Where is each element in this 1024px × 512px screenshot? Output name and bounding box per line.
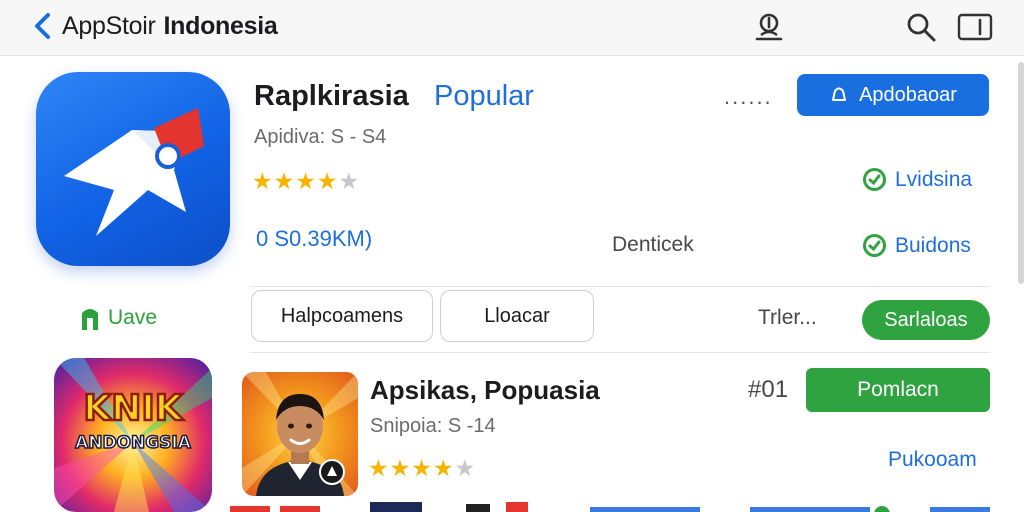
rank-number: #01 <box>748 376 789 403</box>
app-logo-icon[interactable] <box>36 72 230 266</box>
chevron-left-icon[interactable] <box>30 10 54 42</box>
page-title: AppStoir Indonesia <box>62 12 278 41</box>
badge-label: Lvidsina <box>895 167 973 191</box>
bell-icon <box>832 87 847 101</box>
next-row-preview <box>230 502 990 512</box>
rating-stars: ★★★★★ <box>252 168 360 195</box>
app-price: 0 S0.39KM) <box>256 226 373 251</box>
app-subtitle: Apidiva: S - S4 <box>254 126 387 148</box>
star-icon: ★ <box>389 455 412 481</box>
tab-chip-2[interactable]: Lloacar <box>440 290 594 342</box>
get-button-label: Apdobaoar <box>859 83 957 106</box>
avatar[interactable] <box>242 372 358 496</box>
trending-link[interactable]: Trler... <box>758 306 817 330</box>
title-region: Indonesia <box>163 12 278 40</box>
rating-stars: ★★★★★ <box>368 455 476 482</box>
new-icon <box>82 309 98 330</box>
check-circle-icon <box>863 234 886 257</box>
list-item-action-button[interactable]: Pomlacn <box>806 368 990 412</box>
star-icon: ★ <box>273 168 296 194</box>
star-icon: ★ <box>432 455 455 481</box>
more-options-button[interactable]: ...... <box>724 84 773 110</box>
new-label-text: Uave <box>108 306 158 329</box>
banner-title: KNIK <box>83 388 183 429</box>
library-icon[interactable] <box>956 8 994 46</box>
get-button[interactable]: Apdobaoar <box>797 74 989 116</box>
star-icon: ★ <box>368 455 390 481</box>
divider <box>250 286 990 287</box>
badge-label: Buidons <box>895 233 971 257</box>
check-circle-icon <box>863 168 886 191</box>
badge-editors[interactable]: Buidons <box>862 233 971 258</box>
app-developer[interactable]: Denticek <box>612 233 694 257</box>
star-icon: ★ <box>316 168 339 194</box>
search-icon[interactable] <box>902 8 940 46</box>
filter-pill[interactable]: Sarlaloas <box>862 300 990 340</box>
app-category[interactable]: Popular <box>434 80 534 113</box>
star-icon: ★ <box>295 168 317 194</box>
list-item-name[interactable]: Apsikas, Popuasia <box>370 375 600 406</box>
star-icon: ★ <box>454 455 477 481</box>
new-label[interactable]: Uave <box>78 304 157 332</box>
title-app: AppStoir <box>62 12 156 40</box>
tab-chip-1[interactable]: Halpcoamens <box>251 290 433 342</box>
account-icon[interactable] <box>750 8 788 46</box>
scrollbar[interactable] <box>1018 62 1024 284</box>
star-icon: ★ <box>411 455 433 481</box>
app-name: Raplkirasia <box>254 80 409 112</box>
game-banner-image[interactable]: KNIK ANDONGSIA <box>54 358 212 512</box>
divider <box>250 352 990 353</box>
star-icon: ★ <box>252 168 274 194</box>
list-item-link[interactable]: Pukooam <box>888 448 977 472</box>
badge-verified[interactable]: Lvidsina <box>862 167 972 192</box>
top-bar: AppStoir Indonesia <box>0 0 1024 56</box>
banner-subtitle: ANDONGSIA <box>75 433 192 453</box>
star-icon: ★ <box>338 168 361 194</box>
list-item-subtitle: Snipoia: S -14 <box>370 415 496 437</box>
